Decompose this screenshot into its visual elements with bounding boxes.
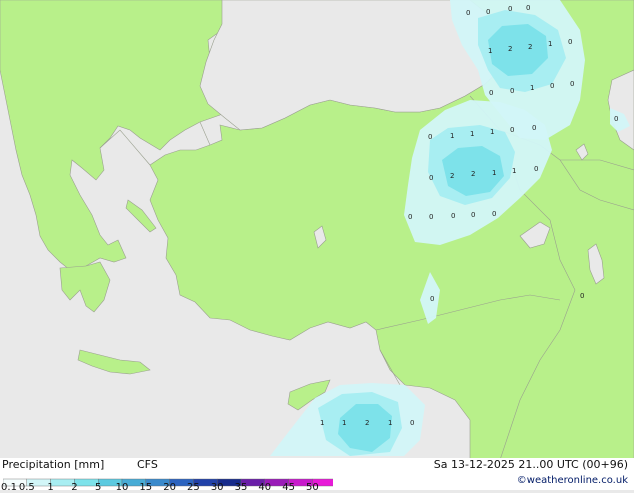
colorbar-tick-label: 45 [282,482,295,493]
grid-value: 2 [450,172,454,180]
grid-value: 0 [492,210,496,218]
colorbar-tick-label: 35 [234,482,248,493]
colorbar-tick-label: 1 [47,482,54,493]
grid-value: 0 [471,211,475,219]
grid-value: 0 [550,82,554,90]
grid-value: 1 [342,419,346,427]
grid-value: 1 [490,128,494,136]
colorbar-tick-label: 2 [71,482,78,493]
grid-value: 0 [429,213,433,221]
credit-link[interactable]: ©weatheronline.co.uk [517,475,628,486]
colorbar-tick-label: 20 [163,482,176,493]
grid-value: 1 [470,130,474,138]
grid-value: 0 [430,295,434,303]
colorbar-tick-label: 10 [115,482,129,493]
grid-value: 0 [508,5,512,13]
colorbar-tick-label: 0.5 [18,482,35,493]
colorbar-tick-label: 30 [210,482,224,493]
grid-value: 0 [568,38,572,46]
grid-value: 0 [486,8,490,16]
grid-value: 1 [530,84,534,92]
grid-value: 0 [410,419,414,427]
grid-value: 0 [510,126,514,134]
grid-value: 1 [388,419,392,427]
grid-value: 0 [408,213,412,221]
colorbar-tick-label: 5 [95,482,102,493]
colorbar-tick-label: 25 [187,482,200,493]
grid-value: 0 [489,89,493,97]
grid-value: 1 [320,419,324,427]
grid-value: 2 [528,43,532,51]
grid-value: 1 [548,40,552,48]
grid-value: 1 [492,169,496,177]
grid-value: 0 [429,174,433,182]
grid-value: 2 [471,170,475,178]
grid-value: 0 [580,292,584,300]
forecast-run-info: Sa 13-12-2025 21..00 UTC (00+96) [433,458,628,471]
grid-value: 0 [526,4,530,12]
grid-value: 2 [365,419,369,427]
grid-value: 0 [534,165,538,173]
map-footer: Precipitation [mm] CFS Sa 13-12-2025 21.… [0,458,634,493]
grid-value: 0 [428,133,432,141]
colorbar-tick-label: 40 [258,482,272,493]
grid-value: 0 [510,87,514,95]
grid-value: 1 [512,167,516,175]
colorbar-tick-label: 0.1 [1,482,17,493]
grid-value: 0 [532,124,536,132]
grid-value: 0 [451,212,455,220]
grid-value: 1 [450,132,454,140]
grid-value: 0 [466,9,470,17]
colorbar-tick-label: 15 [139,482,153,493]
colorbar-ticks: 0.1 0.5 1 2 5 10 15 20 25 30 35 40 45 50 [1,458,333,493]
grid-value: 0 [614,115,618,123]
precipitation-map: 0 0 0 0 1 2 2 1 0 0 0 1 0 0 0 1 1 1 0 0 … [0,0,634,461]
grid-value: 0 [570,80,574,88]
colorbar-tick-label: 50 [306,482,319,493]
grid-value: 1 [488,47,492,55]
grid-value: 2 [508,45,512,53]
